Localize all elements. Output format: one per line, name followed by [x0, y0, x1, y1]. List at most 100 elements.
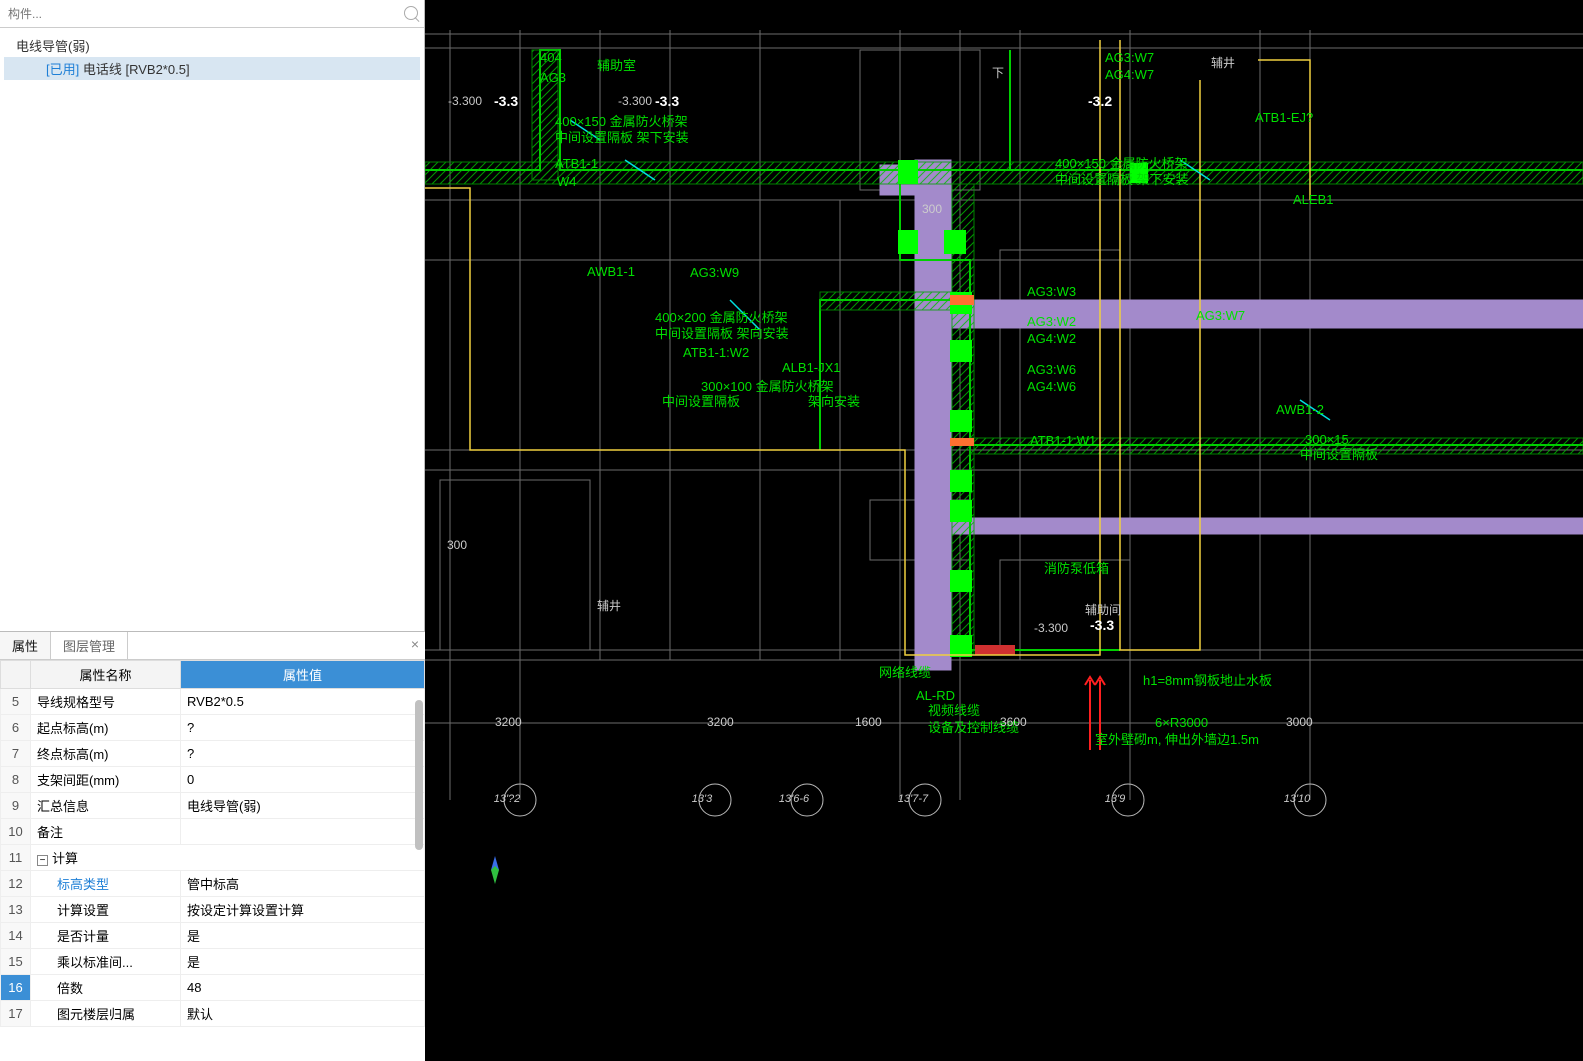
row-number: 13 — [1, 897, 31, 923]
row-number: 12 — [1, 871, 31, 897]
property-value[interactable]: 0 — [181, 767, 425, 793]
property-row[interactable]: 8支架间距(mm)0 — [1, 767, 425, 793]
cad-label: -3.2 — [1088, 93, 1112, 109]
row-number: 16 — [1, 975, 31, 1001]
row-number: 11 — [1, 845, 31, 871]
axis-label: 13'?2 — [494, 793, 521, 805]
properties-panel: 属性 图层管理 × 属性名称 属性值 5导线规格型号RVB2*0.56起点标高(… — [0, 631, 425, 1061]
cad-label: 辅助室 — [597, 58, 636, 73]
property-row[interactable]: 12标高类型管中标高 — [1, 871, 425, 897]
property-value[interactable] — [181, 819, 425, 845]
cad-label: 3200 — [707, 715, 734, 729]
property-row[interactable]: 13计算设置按设定计算设置计算 — [1, 897, 425, 923]
cad-label: 中间设置隔板 架下安装 — [1055, 172, 1189, 187]
property-value[interactable]: 默认 — [181, 1001, 425, 1027]
row-number: 6 — [1, 715, 31, 741]
property-name: 汇总信息 — [31, 793, 181, 819]
property-name: 导线规格型号 — [31, 689, 181, 715]
property-value[interactable]: 电线导管(弱) — [181, 793, 425, 819]
cad-label: -3.3 — [494, 93, 518, 109]
component-search[interactable] — [0, 0, 424, 28]
property-row[interactable]: 16倍数48 — [1, 975, 425, 1001]
property-name: 倍数 — [31, 975, 181, 1001]
cad-label: ATB1-EJ? — [1255, 110, 1313, 125]
component-tree[interactable]: 电线导管(弱) [已用] 电话线 [RVB2*0.5] — [0, 28, 424, 86]
close-icon[interactable]: × — [411, 636, 419, 652]
cad-label: W4 — [557, 174, 577, 189]
axis-label: 13'9 — [1105, 793, 1125, 805]
property-name: 乘以标准间... — [31, 949, 181, 975]
cad-label: AG3:W9 — [690, 265, 739, 280]
property-value[interactable]: 按设定计算设置计算 — [181, 897, 425, 923]
axis-label: 13'3 — [692, 793, 713, 805]
property-value[interactable]: ? — [181, 741, 425, 767]
cad-label: 消防泵低箱 — [1044, 561, 1109, 576]
cad-label: AWB1-2 — [1276, 402, 1324, 417]
tree-category[interactable]: 电线导管(弱) — [4, 34, 420, 57]
property-row[interactable]: 6起点标高(m)? — [1, 715, 425, 741]
cad-label: AG4:W2 — [1027, 331, 1076, 346]
cad-label: AG3:W2 — [1027, 314, 1076, 329]
cad-label: AG3:W7 — [1105, 50, 1154, 65]
cad-label: AG4:W7 — [1105, 67, 1154, 82]
cad-label: AL-RD — [916, 688, 955, 703]
scrollbar-thumb[interactable] — [415, 700, 423, 850]
cad-label: 室外壁砌m, 伸出外墙边1.5m — [1095, 732, 1259, 747]
row-number: 5 — [1, 689, 31, 715]
property-value[interactable]: 48 — [181, 975, 425, 1001]
cad-label: 400×200 金属防火桥架 — [655, 310, 788, 325]
property-name: 计算设置 — [31, 897, 181, 923]
properties-table: 属性名称 属性值 5导线规格型号RVB2*0.56起点标高(m)?7终点标高(m… — [0, 660, 425, 1027]
tab-layers[interactable]: 图层管理 — [51, 632, 128, 659]
property-name: 是否计量 — [31, 923, 181, 949]
property-row[interactable]: 17图元楼层归属默认 — [1, 1001, 425, 1027]
property-row[interactable]: 9汇总信息电线导管(弱) — [1, 793, 425, 819]
search-input[interactable] — [6, 6, 418, 22]
property-row[interactable]: 15乘以标准间...是 — [1, 949, 425, 975]
cad-label: 辅助间 — [1085, 603, 1121, 617]
property-row[interactable]: 5导线规格型号RVB2*0.5 — [1, 689, 425, 715]
property-value[interactable]: ? — [181, 715, 425, 741]
property-row[interactable]: 11−计算 — [1, 845, 425, 871]
property-name: 终点标高(m) — [31, 741, 181, 767]
cad-label: 视频线缆 — [928, 703, 980, 718]
cad-label: 3600 — [1000, 715, 1027, 729]
cad-label: ALB1-JX1 — [782, 360, 841, 375]
row-number: 14 — [1, 923, 31, 949]
tree-item-label: 电话线 [RVB2*0.5] — [83, 62, 190, 77]
cad-label: -3.300 — [448, 94, 482, 108]
cad-label: 下 — [992, 66, 1004, 80]
property-value[interactable]: 管中标高 — [181, 871, 425, 897]
cad-label: AG3:W3 — [1027, 284, 1076, 299]
col-name: 属性名称 — [31, 661, 181, 689]
cad-label: h1=8mm钢板地止水板 — [1143, 673, 1272, 688]
cad-label: 400×150 金属防火桥架 — [555, 114, 688, 129]
property-name: 备注 — [31, 819, 181, 845]
cad-label: 中间设置隔板 架下安装 — [555, 130, 689, 145]
collapse-icon[interactable]: − — [37, 855, 48, 866]
property-name: 起点标高(m) — [31, 715, 181, 741]
cad-label: 网络线缆 — [879, 665, 931, 680]
property-row[interactable]: 14是否计量是 — [1, 923, 425, 949]
cad-label: -3.300 — [1034, 621, 1068, 635]
tab-properties[interactable]: 属性 — [0, 632, 51, 659]
property-value[interactable]: 是 — [181, 923, 425, 949]
tree-item-selected[interactable]: [已用] 电话线 [RVB2*0.5] — [4, 57, 420, 80]
cad-label: -3.300 — [618, 94, 652, 108]
property-row[interactable]: 7终点标高(m)? — [1, 741, 425, 767]
row-number: 15 — [1, 949, 31, 975]
used-tag: [已用] — [46, 62, 79, 77]
cad-label: 3200 — [495, 715, 522, 729]
cad-label: 中间设置隔板 架向安装 — [655, 326, 789, 341]
cad-label: 300 — [447, 538, 467, 552]
property-value[interactable]: 是 — [181, 949, 425, 975]
panel-tabs: 属性 图层管理 × — [0, 632, 425, 660]
cad-label: AG3:W7 — [1196, 308, 1245, 323]
cad-label: ALEB1 — [1293, 192, 1333, 207]
property-value[interactable]: RVB2*0.5 — [181, 689, 425, 715]
property-row[interactable]: 10备注 — [1, 819, 425, 845]
property-name: 标高类型 — [31, 871, 181, 897]
cad-label: 1600 — [855, 715, 882, 729]
cad-label: 300×100 金属防火桥架 — [701, 379, 834, 394]
property-name: 图元楼层归属 — [31, 1001, 181, 1027]
